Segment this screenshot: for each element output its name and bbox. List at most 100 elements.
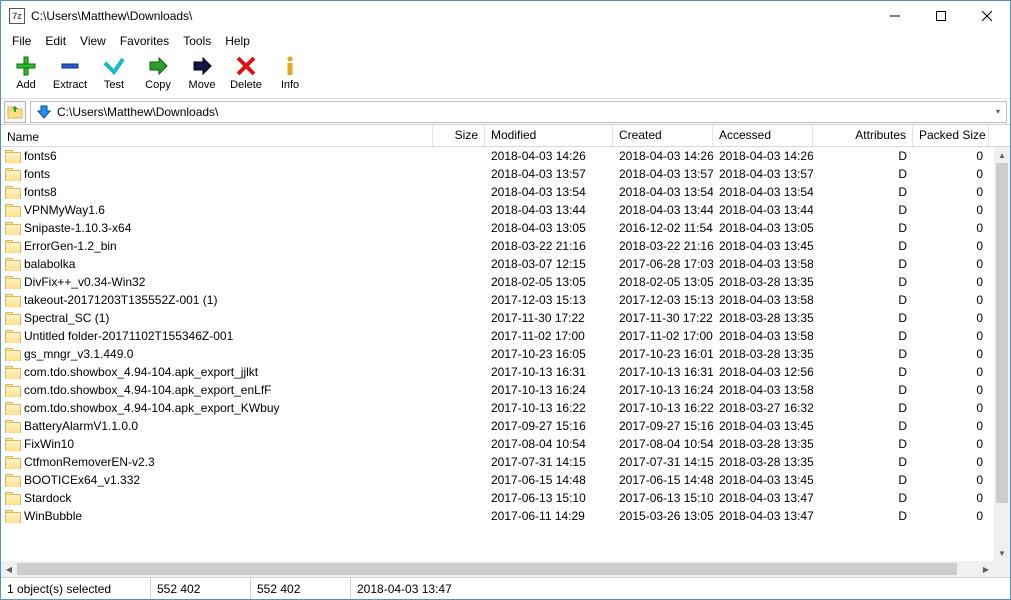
table-row[interactable]: com.tdo.showbox_4.94-104.apk_export_enLf… bbox=[1, 381, 994, 399]
list-body[interactable]: fonts62018-04-03 14:262018-04-03 14:2620… bbox=[1, 147, 1010, 561]
cell-name: fonts bbox=[1, 167, 433, 181]
test-button[interactable]: Test bbox=[93, 53, 135, 91]
table-row[interactable]: FixWin102017-08-04 10:542017-08-04 10:54… bbox=[1, 435, 994, 453]
cell-attr: D bbox=[813, 167, 913, 181]
maximize-button[interactable] bbox=[918, 1, 964, 31]
move-button[interactable]: Move bbox=[181, 53, 223, 91]
table-row[interactable]: ErrorGen-1.2_bin2018-03-22 21:162018-03-… bbox=[1, 237, 994, 255]
scroll-down-icon[interactable]: ▼ bbox=[994, 545, 1010, 561]
hscroll-track[interactable] bbox=[17, 561, 978, 577]
cell-name: CtfmonRemoverEN-v2.3 bbox=[1, 455, 433, 469]
table-row[interactable]: VPNMyWay1.62018-04-03 13:442018-04-03 13… bbox=[1, 201, 994, 219]
menu-edit[interactable]: Edit bbox=[38, 32, 73, 50]
horizontal-scrollbar[interactable]: ◀ ▶ bbox=[1, 561, 1010, 577]
extract-label: Extract bbox=[53, 79, 87, 91]
cell-created: 2018-04-03 14:26 bbox=[613, 149, 713, 163]
cell-packed: 0 bbox=[913, 149, 989, 163]
table-row[interactable]: CtfmonRemoverEN-v2.32017-07-31 14:152017… bbox=[1, 453, 994, 471]
col-attributes[interactable]: Attributes bbox=[813, 125, 913, 146]
close-button[interactable] bbox=[964, 1, 1010, 31]
table-row[interactable]: Stardock2017-06-13 15:102017-06-13 15:10… bbox=[1, 489, 994, 507]
menu-help[interactable]: Help bbox=[218, 32, 257, 50]
table-row[interactable]: com.tdo.showbox_4.94-104.apk_export_KWbu… bbox=[1, 399, 994, 417]
delete-button[interactable]: Delete bbox=[225, 53, 267, 91]
cell-packed: 0 bbox=[913, 437, 989, 451]
cell-attr: D bbox=[813, 473, 913, 487]
table-row[interactable]: DivFix++_v0.34-Win322018-02-05 13:052018… bbox=[1, 273, 994, 291]
test-label: Test bbox=[104, 79, 124, 91]
table-row[interactable]: gs_mngr_v3.1.449.02017-10-23 16:052017-1… bbox=[1, 345, 994, 363]
scroll-right-icon[interactable]: ▶ bbox=[978, 561, 994, 577]
cell-attr: D bbox=[813, 221, 913, 235]
cell-attr: D bbox=[813, 275, 913, 289]
table-row[interactable]: Spectral_SC (1)2017-11-30 17:222017-11-3… bbox=[1, 309, 994, 327]
delete-x-icon bbox=[234, 54, 258, 78]
scroll-track[interactable] bbox=[994, 163, 1010, 545]
menu-view[interactable]: View bbox=[73, 32, 113, 50]
col-packed[interactable]: Packed Size bbox=[913, 125, 989, 146]
cell-modified: 2017-08-04 10:54 bbox=[485, 437, 613, 451]
add-button[interactable]: Add bbox=[5, 53, 47, 91]
extract-button[interactable]: Extract bbox=[49, 53, 91, 91]
table-row[interactable]: Untitled folder-20171102T155346Z-0012017… bbox=[1, 327, 994, 345]
table-row[interactable]: fonts62018-04-03 14:262018-04-03 14:2620… bbox=[1, 147, 994, 165]
folder-icon bbox=[5, 186, 21, 198]
scroll-thumb[interactable] bbox=[996, 163, 1008, 503]
column-headers: Name Size Modified Created Accessed Attr… bbox=[1, 125, 1010, 147]
menu-file[interactable]: File bbox=[5, 32, 38, 50]
cell-created: 2018-04-03 13:44 bbox=[613, 203, 713, 217]
up-button[interactable] bbox=[4, 101, 26, 123]
table-row[interactable]: BOOTICEx64_v1.3322017-06-15 14:482017-06… bbox=[1, 471, 994, 489]
cell-name: gs_mngr_v3.1.449.0 bbox=[1, 347, 433, 361]
folder-icon bbox=[5, 276, 21, 288]
table-row[interactable]: WinBubble2017-06-11 14:292015-03-26 13:0… bbox=[1, 507, 994, 525]
copy-button[interactable]: Copy bbox=[137, 53, 179, 91]
menu-tools[interactable]: Tools bbox=[176, 32, 218, 50]
table-row[interactable]: balabolka2018-03-07 12:152017-06-28 17:0… bbox=[1, 255, 994, 273]
table-row[interactable]: fonts82018-04-03 13:542018-04-03 13:5420… bbox=[1, 183, 994, 201]
cell-accessed: 2018-04-03 13:45 bbox=[713, 473, 813, 487]
cell-attr: D bbox=[813, 455, 913, 469]
cell-name: com.tdo.showbox_4.94-104.apk_export_jjlk… bbox=[1, 365, 433, 379]
maximize-icon bbox=[936, 11, 946, 21]
path-input[interactable]: C:\Users\Matthew\Downloads\ ▾ bbox=[30, 101, 1007, 123]
minimize-icon bbox=[890, 11, 900, 21]
cell-packed: 0 bbox=[913, 329, 989, 343]
status-size-2: 552 402 bbox=[251, 578, 351, 599]
menu-favorites[interactable]: Favorites bbox=[113, 32, 176, 50]
cell-accessed: 2018-04-03 13:45 bbox=[713, 239, 813, 253]
table-row[interactable]: com.tdo.showbox_4.94-104.apk_export_jjlk… bbox=[1, 363, 994, 381]
col-size[interactable]: Size bbox=[433, 125, 485, 146]
cell-modified: 2018-03-07 12:15 bbox=[485, 257, 613, 271]
vertical-scrollbar[interactable]: ▲ ▼ bbox=[994, 147, 1010, 561]
info-button[interactable]: Info bbox=[269, 53, 311, 91]
col-created[interactable]: Created bbox=[613, 125, 713, 146]
download-arrow-icon bbox=[35, 103, 53, 121]
folder-icon bbox=[5, 420, 21, 432]
cell-name: Spectral_SC (1) bbox=[1, 311, 433, 325]
table-row[interactable]: fonts2018-04-03 13:572018-04-03 13:57201… bbox=[1, 165, 994, 183]
path-dropdown-button[interactable]: ▾ bbox=[990, 107, 1006, 116]
status-size-1: 552 402 bbox=[151, 578, 251, 599]
hscroll-thumb[interactable] bbox=[17, 563, 957, 575]
table-row[interactable]: takeout-20171203T135552Z-001 (1)2017-12-… bbox=[1, 291, 994, 309]
cell-modified: 2018-03-22 21:16 bbox=[485, 239, 613, 253]
scroll-left-icon[interactable]: ◀ bbox=[1, 561, 17, 577]
cell-accessed: 2018-03-28 13:35 bbox=[713, 437, 813, 451]
cell-accessed: 2018-03-28 13:35 bbox=[713, 311, 813, 325]
table-row[interactable]: Snipaste-1.10.3-x642018-04-03 13:052016-… bbox=[1, 219, 994, 237]
scroll-up-icon[interactable]: ▲ bbox=[994, 147, 1010, 163]
cell-created: 2015-03-26 13:05 bbox=[613, 509, 713, 523]
cell-created: 2017-06-28 17:03 bbox=[613, 257, 713, 271]
col-accessed[interactable]: Accessed bbox=[713, 125, 813, 146]
col-name[interactable]: Name bbox=[1, 125, 433, 146]
minimize-button[interactable] bbox=[872, 1, 918, 31]
cell-modified: 2018-04-03 13:05 bbox=[485, 221, 613, 235]
cell-modified: 2017-06-15 14:48 bbox=[485, 473, 613, 487]
cell-packed: 0 bbox=[913, 293, 989, 307]
folder-icon bbox=[5, 474, 21, 486]
cell-created: 2017-08-04 10:54 bbox=[613, 437, 713, 451]
table-row[interactable]: BatteryAlarmV1.1.0.02017-09-27 15:162017… bbox=[1, 417, 994, 435]
col-modified[interactable]: Modified bbox=[485, 125, 613, 146]
cell-modified: 2017-09-27 15:16 bbox=[485, 419, 613, 433]
